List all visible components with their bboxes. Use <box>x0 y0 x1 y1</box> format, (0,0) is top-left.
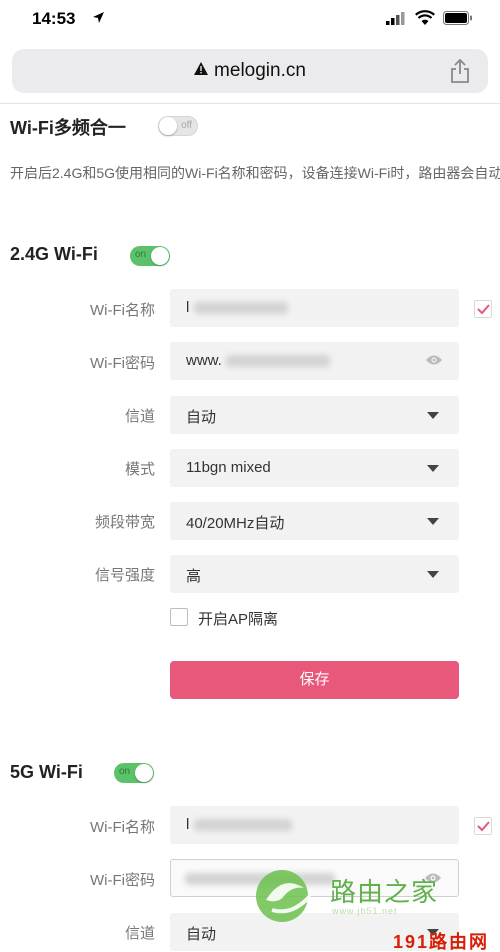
wifi24-mode-value: 11bgn mixed <box>186 459 271 476</box>
wifi5-password-label: Wi-Fi密码 <box>90 872 155 889</box>
eye-icon[interactable] <box>425 354 443 366</box>
address-bar[interactable]: melogin.cn <box>12 49 488 93</box>
warning-triangle-icon <box>194 62 209 75</box>
wifi24-title: 2.4G Wi-Fi <box>10 244 98 264</box>
wifi5-channel-label: 信道 <box>124 925 155 942</box>
wifi24-password-input[interactable]: www. <box>170 342 459 380</box>
dropdown-caret-icon <box>427 571 439 578</box>
router-home-logo-icon <box>256 870 312 922</box>
wifi5-toggle[interactable]: on <box>114 763 154 783</box>
wifi24-channel-value: 自动 <box>186 409 217 426</box>
redacted-text <box>194 819 292 831</box>
toggle-knob <box>151 247 169 265</box>
wifi24-toggle[interactable]: on <box>130 246 170 266</box>
dropdown-caret-icon <box>427 518 439 525</box>
ap-isolation-checkbox[interactable] <box>170 608 188 626</box>
wifi24-power-value: 高 <box>186 568 202 585</box>
wifi5-title: 5G Wi-Fi <box>10 762 83 782</box>
status-time: 14:53 <box>32 9 76 28</box>
wifi24-bandwidth-label: 频段带宽 <box>94 514 155 531</box>
wifi24-channel-select[interactable]: 自动 <box>170 396 459 434</box>
wifi24-name-checkbox[interactable] <box>474 300 492 318</box>
wifi24-password-value: www. <box>186 352 222 369</box>
wifi24-password-label: Wi-Fi密码 <box>90 355 155 372</box>
redacted-text <box>194 302 288 314</box>
dropdown-caret-icon <box>427 412 439 419</box>
checkmark-icon <box>477 821 490 832</box>
ap-isolation-label[interactable]: 开启AP隔离 <box>198 608 278 629</box>
wifi24-bandwidth-select[interactable]: 40/20MHz自动 <box>170 502 459 540</box>
cellular-signal-icon <box>386 12 405 25</box>
wifi24-name-input[interactable]: l <box>170 289 459 327</box>
battery-icon <box>443 11 472 25</box>
wifi24-name-value: l <box>186 299 190 316</box>
toggle-label: on <box>135 249 147 260</box>
redacted-text <box>226 355 330 367</box>
save-button[interactable]: 保存 <box>170 661 459 699</box>
wifi24-mode-label: 模式 <box>124 461 155 478</box>
status-bar: 14:53 <box>0 0 500 38</box>
multiband-toggle[interactable]: off <box>158 116 198 136</box>
watermark-url: www.jb51.net <box>332 906 398 916</box>
watermark-brand: 路由之家 <box>330 877 439 907</box>
wifi5-name-value: l <box>186 816 190 833</box>
wifi5-name-checkbox[interactable] <box>474 817 492 835</box>
multiband-title: Wi-Fi多频合一 <box>10 118 126 138</box>
location-arrow-icon <box>93 12 104 23</box>
toggle-label: off <box>181 120 192 131</box>
toggle-knob <box>159 117 177 135</box>
wifi24-channel-label: 信道 <box>124 408 155 425</box>
wifi5-name-label: Wi-Fi名称 <box>90 819 155 836</box>
wifi5-channel-value: 自动 <box>186 926 217 943</box>
wifi24-bandwidth-value: 40/20MHz自动 <box>186 515 285 532</box>
checkmark-icon <box>477 304 490 315</box>
url-text: melogin.cn <box>214 60 306 81</box>
wifi-signal-icon <box>415 10 435 25</box>
header-divider <box>0 103 500 104</box>
wifi24-mode-select[interactable]: 11bgn mixed <box>170 449 459 487</box>
wifi24-power-label: 信号强度 <box>94 567 155 584</box>
multiband-description: 开启后2.4G和5G使用相同的Wi-Fi名称和密码，设备连接Wi-Fi时，路由器… <box>10 165 500 181</box>
wifi5-name-input[interactable]: l <box>170 806 459 844</box>
watermark: 路由之家 www.jb51.net <box>252 866 452 926</box>
site-watermark: 191路由网 <box>393 932 490 952</box>
toggle-knob <box>135 764 153 782</box>
wifi24-name-label: Wi-Fi名称 <box>90 302 155 319</box>
wifi24-power-select[interactable]: 高 <box>170 555 459 593</box>
share-icon[interactable] <box>450 58 470 84</box>
dropdown-caret-icon <box>427 465 439 472</box>
toggle-label: on <box>119 766 131 777</box>
